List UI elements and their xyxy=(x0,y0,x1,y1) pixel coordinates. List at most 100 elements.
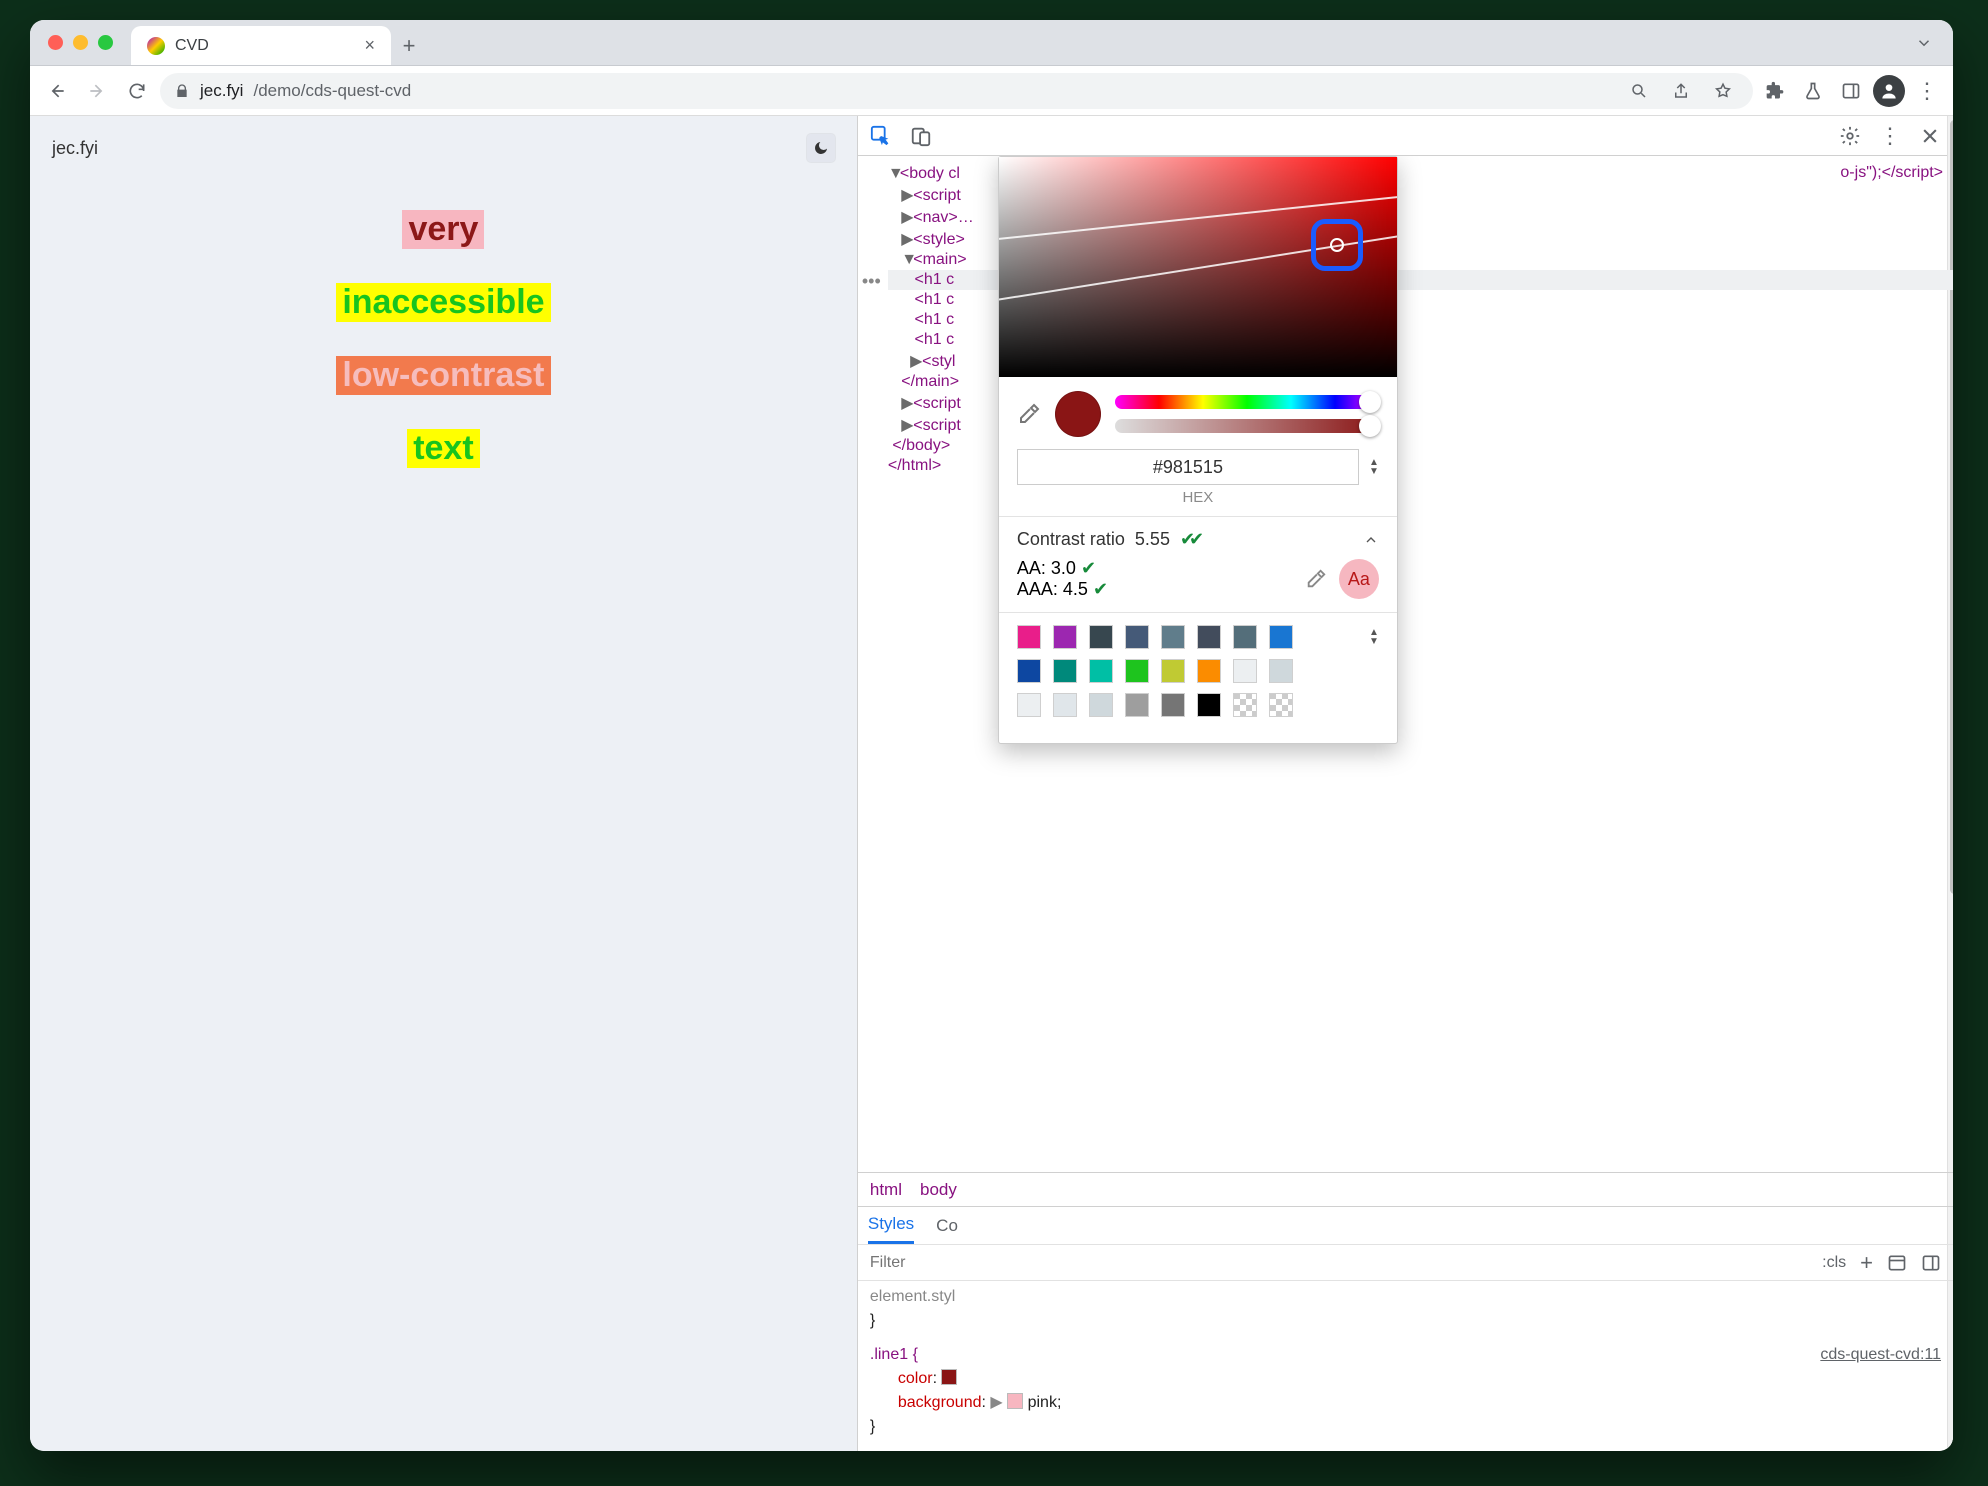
devtools-toolbar: ⋮ xyxy=(858,116,1953,156)
new-tab-button[interactable]: + xyxy=(391,26,427,65)
alpha-slider[interactable] xyxy=(1115,419,1379,433)
devtools-menu-button[interactable]: ⋮ xyxy=(1877,123,1903,149)
back-button[interactable] xyxy=(40,74,74,108)
word-very: very xyxy=(402,210,484,249)
inspect-element-button[interactable] xyxy=(868,123,894,149)
hue-slider[interactable] xyxy=(1115,395,1379,409)
palette-swatch[interactable] xyxy=(1269,693,1293,717)
labs-icon[interactable] xyxy=(1797,75,1829,107)
hex-label: HEX xyxy=(999,489,1397,516)
tabs-dropdown-button[interactable] xyxy=(1895,20,1953,65)
contrast-collapse-button[interactable] xyxy=(1363,532,1379,548)
cls-button[interactable]: :cls xyxy=(1822,1254,1846,1272)
word-inaccessible: inaccessible xyxy=(336,283,550,322)
forward-button[interactable] xyxy=(80,74,114,108)
contrast-label: Contrast ratio xyxy=(1017,529,1125,550)
share-icon[interactable] xyxy=(1665,75,1697,107)
background-swatch[interactable] xyxy=(1007,1393,1023,1409)
aa-label: AA: 3.0 xyxy=(1017,558,1076,578)
eyedropper-button[interactable] xyxy=(1017,402,1041,426)
maximize-window-button[interactable] xyxy=(98,35,113,50)
palette-swatch[interactable] xyxy=(1161,625,1185,649)
palette-swatch[interactable] xyxy=(1161,693,1185,717)
hex-input[interactable] xyxy=(1017,449,1359,485)
device-toggle-button[interactable] xyxy=(908,123,934,149)
arrow-left-icon xyxy=(47,81,67,101)
palette-swatch[interactable] xyxy=(1125,625,1149,649)
palette-swatch[interactable] xyxy=(1233,693,1257,717)
source-link[interactable]: cds-quest-cvd:11 xyxy=(1820,1343,1941,1367)
minimize-window-button[interactable] xyxy=(73,35,88,50)
palette-swatch[interactable] xyxy=(1197,659,1221,683)
close-tab-button[interactable]: × xyxy=(364,35,375,56)
zoom-icon[interactable] xyxy=(1623,75,1655,107)
check-icon: ✔ xyxy=(1081,558,1096,578)
contrast-value: 5.55 xyxy=(1135,529,1170,550)
current-color-swatch xyxy=(1055,391,1101,437)
bookmark-star-icon[interactable] xyxy=(1707,75,1739,107)
palette-swatch[interactable] xyxy=(1053,693,1077,717)
palette-swatch[interactable] xyxy=(1269,625,1293,649)
favicon-icon xyxy=(147,37,165,55)
moon-icon xyxy=(813,140,829,156)
color-selector-handle[interactable] xyxy=(1311,219,1363,271)
palette-swatch[interactable] xyxy=(1089,659,1113,683)
palette-swatch[interactable] xyxy=(1017,659,1041,683)
computed-toggle-icon[interactable] xyxy=(1887,1253,1907,1273)
tab-styles[interactable]: Styles xyxy=(868,1207,914,1244)
palette-row-1: ▲▼ xyxy=(1017,625,1379,649)
palette-swatch[interactable] xyxy=(1197,693,1221,717)
word-low-contrast: low-contrast xyxy=(336,356,550,395)
palette-swatch[interactable] xyxy=(1089,693,1113,717)
styles-filter-bar: :cls + xyxy=(858,1244,1953,1280)
palette-swatch[interactable] xyxy=(1125,693,1149,717)
color-swatch[interactable] xyxy=(941,1369,957,1385)
crumb-html[interactable]: html xyxy=(870,1180,902,1200)
prop-color: color xyxy=(898,1370,933,1387)
palette-swatch[interactable] xyxy=(1017,693,1041,717)
palette-swatch[interactable] xyxy=(1089,625,1113,649)
palette-swatch[interactable] xyxy=(1233,659,1257,683)
palette-swatch[interactable] xyxy=(1269,659,1293,683)
gear-icon xyxy=(1839,125,1861,147)
palette-swatch[interactable] xyxy=(1125,659,1149,683)
tab-title: CVD xyxy=(175,37,209,55)
palette-stepper[interactable]: ▲▼ xyxy=(1369,628,1379,646)
site-label: jec.fyi xyxy=(52,138,98,159)
word-text: text xyxy=(407,429,479,468)
extensions-icon[interactable] xyxy=(1759,75,1791,107)
palette-swatch[interactable] xyxy=(1053,659,1077,683)
saturation-value-field[interactable] xyxy=(999,157,1397,377)
palette-swatch[interactable] xyxy=(1233,625,1257,649)
css-rules[interactable]: element.styl } cds-quest-cvd:11 .line1 {… xyxy=(858,1280,1953,1451)
url-host: jec.fyi xyxy=(200,81,243,101)
styles-filter-input[interactable] xyxy=(870,1254,1808,1272)
close-window-button[interactable] xyxy=(48,35,63,50)
palette-swatch[interactable] xyxy=(1197,625,1221,649)
panel-layout-icon[interactable] xyxy=(1921,1253,1941,1273)
tab-computed[interactable]: Co xyxy=(936,1207,958,1244)
palette-swatch[interactable] xyxy=(1017,625,1041,649)
format-stepper[interactable]: ▲▼ xyxy=(1369,458,1379,476)
palette-swatch[interactable] xyxy=(1161,659,1185,683)
contrast-eyedropper-button[interactable] xyxy=(1305,568,1327,590)
profile-avatar[interactable] xyxy=(1873,75,1905,107)
devtools-close-button[interactable] xyxy=(1917,123,1943,149)
breadcrumb[interactable]: html body xyxy=(858,1172,1953,1206)
double-check-icon: ✔✔ xyxy=(1180,529,1198,550)
browser-tab[interactable]: CVD × xyxy=(131,26,391,65)
dark-mode-toggle[interactable] xyxy=(807,134,835,162)
element-style-rule: element.styl xyxy=(870,1285,1941,1309)
side-panel-icon[interactable] xyxy=(1835,75,1867,107)
settings-button[interactable] xyxy=(1837,123,1863,149)
url-toolbar: jec.fyi /demo/cds-quest-cvd ⋮ xyxy=(30,66,1953,116)
new-rule-button[interactable]: + xyxy=(1860,1250,1873,1276)
eyedropper-icon xyxy=(1017,402,1041,426)
script-tail: o-js");</script> xyxy=(1840,164,1953,182)
browser-menu-button[interactable]: ⋮ xyxy=(1911,75,1943,107)
reload-button[interactable] xyxy=(120,74,154,108)
omnibox[interactable]: jec.fyi /demo/cds-quest-cvd xyxy=(160,73,1753,109)
palette-swatch[interactable] xyxy=(1053,625,1077,649)
devtools-main: o-js");</script> ▼<body cl ▶<script ▶<na… xyxy=(858,156,1953,1451)
crumb-body[interactable]: body xyxy=(920,1180,957,1200)
